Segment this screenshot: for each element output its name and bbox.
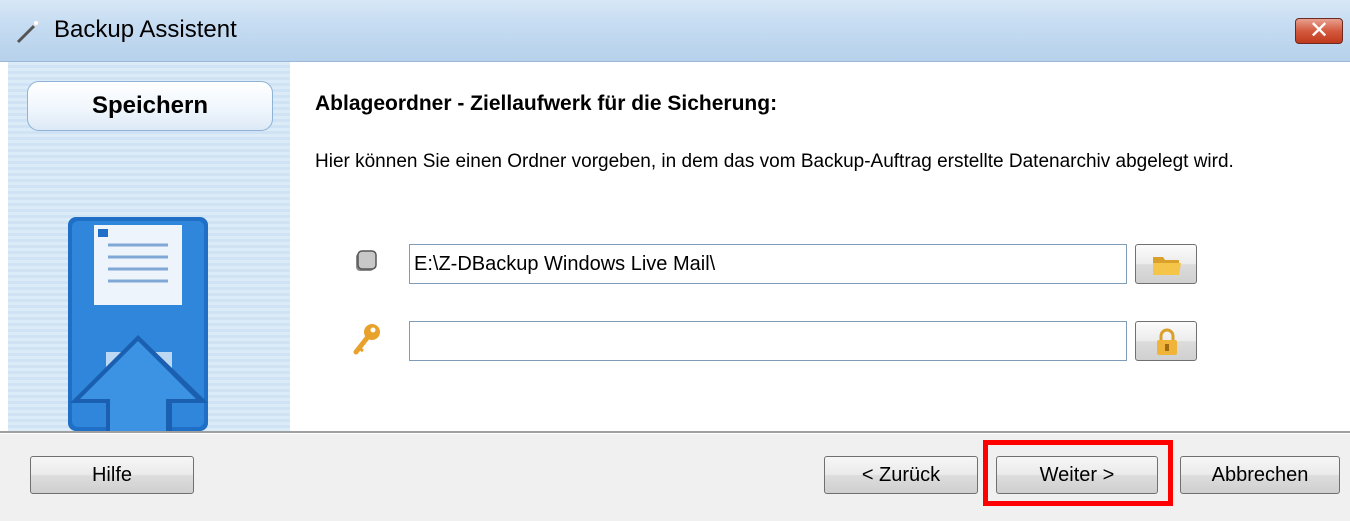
window-title: Backup Assistent [54,16,237,43]
title-bar: Backup Assistent ✕ [0,0,1350,62]
highlight-box [983,440,1173,506]
folder-icon [1153,257,1181,275]
key-icon [353,324,380,355]
sidebar-panel: Speichern [8,62,290,431]
browse-folder-button[interactable] [1135,244,1197,284]
close-icon: ✕ [1308,16,1330,44]
description-text: Hier können Sie einen Ordner vorgeben, i… [315,151,1234,172]
section-heading: Ablageordner - Ziellaufwerk für die Sich… [315,92,778,115]
cancel-button[interactable]: Abbrechen [1180,456,1340,494]
footer-divider [0,431,1350,434]
wand-icon [16,19,41,44]
target-folder-input[interactable]: E:\Z-DBackup Windows Live Mail\ [409,244,1127,284]
help-button[interactable]: Hilfe [30,456,194,494]
back-button[interactable]: < Zurück [824,456,978,494]
close-button[interactable]: ✕ [1295,16,1343,44]
lock-icon [1157,328,1177,355]
floppy-disk-upload-icon [68,217,208,431]
drive-icon [356,250,377,271]
password-input[interactable] [409,321,1127,361]
step-tab: Speichern [27,81,273,131]
encryption-button[interactable] [1135,321,1197,361]
